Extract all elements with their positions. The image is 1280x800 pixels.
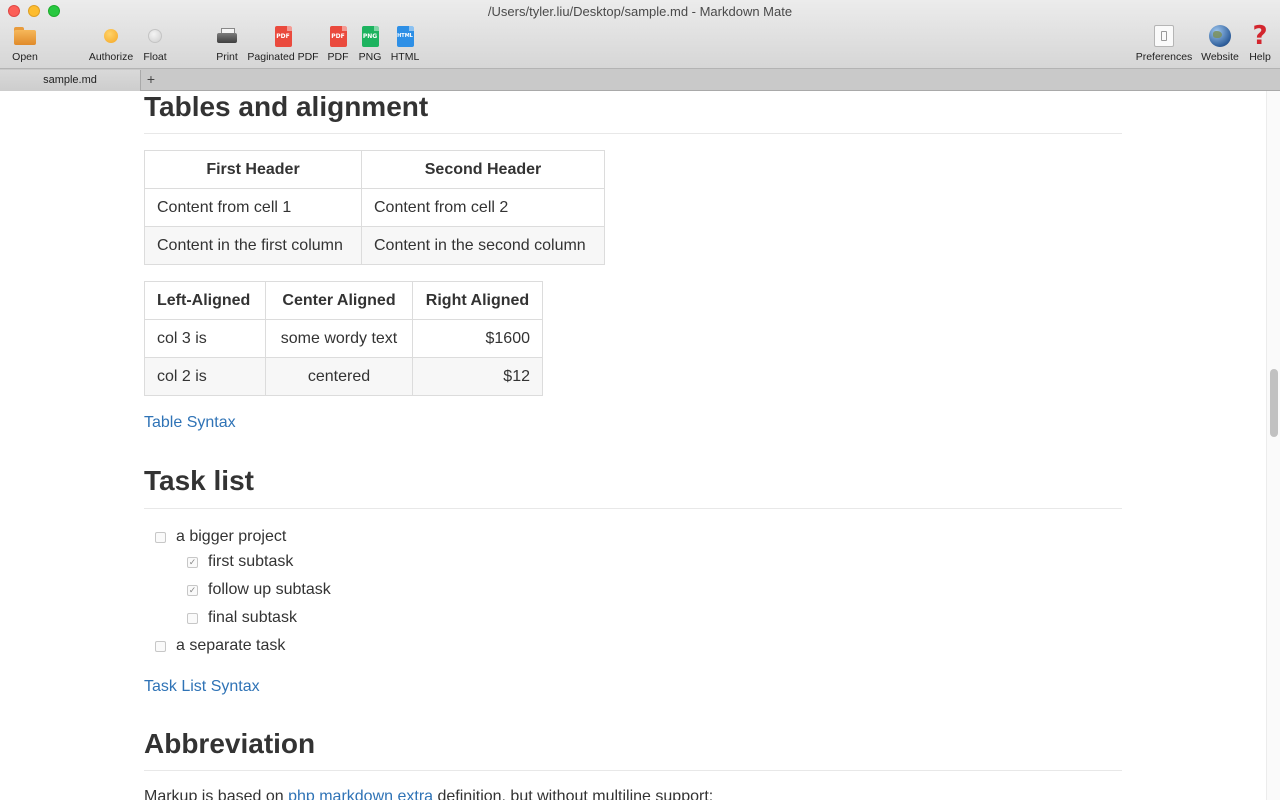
task-checkbox[interactable] [155, 640, 166, 652]
preferences-label: Preferences [1135, 51, 1193, 63]
globe-icon [1209, 25, 1231, 47]
task-item: final subtask [187, 609, 297, 627]
task-label: final subtask [208, 609, 297, 626]
window-titlebar: /Users/tyler.liu/Desktop/sample.md - Mar… [0, 0, 1280, 69]
document-view: Tables and alignment First Header Second… [0, 91, 1266, 800]
table-cell: $1600 [412, 319, 543, 358]
print-label: Print [216, 51, 238, 63]
table-cell: col 3 is [144, 319, 266, 358]
task-item: a separate task [155, 637, 285, 655]
new-tab-button[interactable]: + [141, 69, 161, 91]
pdf-file-icon: PDF [329, 25, 347, 47]
table-header-cell: Left-Aligned [144, 281, 266, 320]
preferences-icon [1154, 25, 1174, 47]
scrollbar-thumb[interactable] [1270, 369, 1278, 437]
table-cell: Content from cell 2 [361, 188, 605, 227]
abbreviation-paragraph: Markup is based on php markdown extra de… [144, 788, 713, 800]
task-label: first subtask [208, 553, 294, 570]
vertical-scrollbar[interactable] [1266, 91, 1280, 800]
table-alignment: Left-Aligned Center Aligned Right Aligne… [144, 281, 543, 396]
folder-icon [14, 27, 36, 45]
tab-sample-md[interactable]: sample.md [0, 70, 141, 91]
paginated-pdf-button[interactable]: PDF Paginated PDF [246, 22, 320, 66]
table-header-cell: First Header [144, 150, 362, 189]
task-checkbox[interactable] [155, 531, 166, 543]
task-item: ✓ follow up subtask [187, 581, 331, 599]
open-button[interactable]: Open [10, 22, 40, 66]
png-file-icon: PNG [361, 25, 379, 47]
authorize-status-icon [104, 29, 118, 43]
task-checkbox[interactable]: ✓ [187, 584, 198, 596]
php-markdown-extra-link[interactable]: php markdown extra [288, 788, 433, 800]
print-button[interactable]: Print [212, 22, 242, 66]
pdf-button[interactable]: PDF PDF [324, 22, 352, 66]
printer-icon [217, 28, 237, 44]
website-button[interactable]: Website [1198, 22, 1242, 66]
task-item: a bigger project [155, 528, 286, 546]
html-label: HTML [390, 51, 420, 63]
table-header-cell: Right Aligned [412, 281, 543, 320]
heading-task-list: Task list [144, 465, 1122, 509]
png-button[interactable]: PNG PNG [356, 22, 384, 66]
task-checkbox[interactable] [187, 612, 198, 624]
table-cell: $12 [412, 357, 543, 396]
authorize-button[interactable]: Authorize [86, 22, 136, 66]
float-label: Float [143, 51, 167, 63]
table-cell: centered [265, 357, 413, 396]
table-cell: col 2 is [144, 357, 266, 396]
pdf-label: PDF [327, 51, 349, 63]
website-label: Website [1201, 51, 1239, 63]
table-row: col 3 is some wordy text $1600 [144, 319, 543, 358]
table-syntax-link[interactable]: Table Syntax [144, 414, 236, 432]
task-label: a separate task [176, 637, 286, 654]
task-label: follow up subtask [208, 581, 331, 598]
task-label: a bigger project [176, 528, 287, 545]
heading-abbreviation: Abbreviation [144, 728, 1122, 771]
help-label: Help [1249, 51, 1271, 63]
open-label: Open [12, 51, 38, 63]
html-file-icon: HTML [396, 25, 414, 47]
paragraph-text: definition, but without multiline suppor… [433, 788, 714, 800]
pdf-file-icon: PDF [274, 25, 292, 47]
preferences-button[interactable]: Preferences [1134, 22, 1194, 66]
tab-bar: sample.md + [0, 69, 1280, 91]
float-status-icon [148, 29, 162, 43]
table-cell: Content in the second column [361, 226, 605, 265]
task-list-syntax-link[interactable]: Task List Syntax [144, 678, 260, 696]
table-row: Content from cell 1 Content from cell 2 [144, 188, 605, 227]
task-checkbox[interactable]: ✓ [187, 556, 198, 568]
float-button[interactable]: Float [140, 22, 170, 66]
authorize-label: Authorize [88, 51, 134, 63]
table-header-cell: Second Header [361, 150, 605, 189]
help-button[interactable]: ? Help [1246, 22, 1274, 66]
window-title: /Users/tyler.liu/Desktop/sample.md - Mar… [487, 4, 793, 19]
table-cell: Content from cell 1 [144, 188, 362, 227]
table-header-row: Left-Aligned Center Aligned Right Aligne… [144, 281, 543, 320]
table-cell: some wordy text [265, 319, 413, 358]
png-label: PNG [358, 51, 382, 63]
table-basic: First Header Second Header Content from … [144, 150, 605, 265]
table-row: Content in the first column Content in t… [144, 226, 605, 265]
table-cell: Content in the first column [144, 226, 362, 265]
table-row: col 2 is centered $12 [144, 357, 543, 396]
help-icon: ? [1252, 21, 1268, 51]
task-item: ✓ first subtask [187, 553, 293, 571]
paragraph-text: Markup is based on [144, 788, 289, 800]
paginated-pdf-label: Paginated PDF [247, 51, 319, 63]
html-button[interactable]: HTML HTML [388, 22, 422, 66]
heading-tables: Tables and alignment [144, 91, 1122, 134]
table-header-row: First Header Second Header [144, 150, 605, 189]
table-header-cell: Center Aligned [265, 281, 413, 320]
